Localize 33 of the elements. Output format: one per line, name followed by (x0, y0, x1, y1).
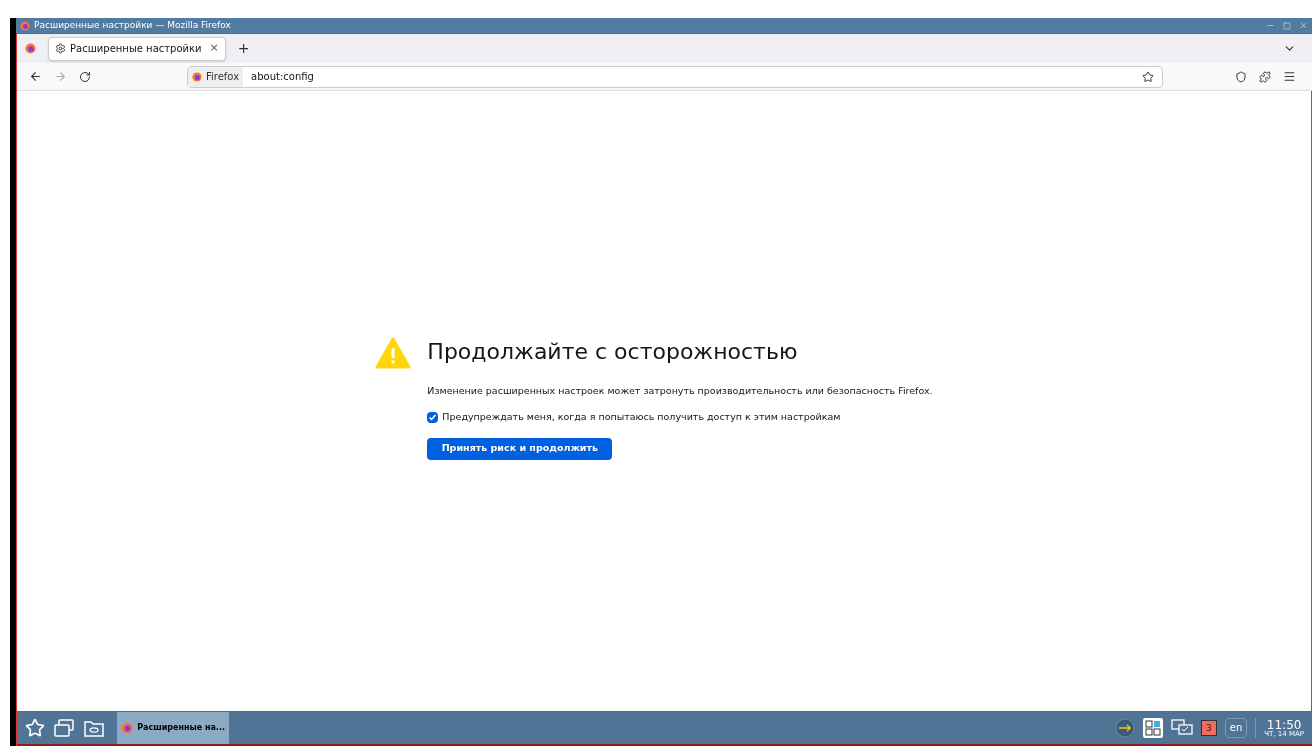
warning-text: Изменение расширенных настроек может затронуть производительность или безопасность Firefox. (427, 384, 933, 398)
windows-icon[interactable] (53, 718, 75, 738)
address-field[interactable]: Firefox about:config (187, 65, 1163, 88)
grid-icon[interactable] (1143, 718, 1164, 738)
folder-eye-icon[interactable] (83, 718, 105, 738)
url-text: about:config (251, 70, 315, 84)
bookmark-star-icon[interactable] (1142, 70, 1154, 83)
new-tab-button[interactable]: + (233, 38, 254, 59)
menu-icon[interactable] (1283, 70, 1296, 83)
taskbar-task[interactable]: Расширенные на... (117, 712, 229, 744)
tab-title: Расширенные настройки (70, 42, 202, 56)
extensions-icon[interactable] (1259, 70, 1271, 83)
window-title: Расширенные настройки — Mozilla Firefox (34, 18, 232, 32)
firefox-icon (192, 71, 202, 82)
checkbox-label: Предупреждать меня, когда я попытаюсь получить доступ к этим настройкам (442, 410, 841, 425)
gear-icon (55, 43, 66, 54)
firefox-view-icon (25, 43, 36, 54)
warning-heading: Продолжайте с осторожностью (427, 338, 799, 366)
browser-tab[interactable]: Расширенные настройки × (48, 36, 226, 61)
back-icon[interactable] (29, 70, 42, 83)
launcher-star-icon[interactable] (25, 718, 45, 738)
accept-risk-button[interactable]: Принять риск и продолжить (427, 437, 613, 460)
identity-label[interactable]: Firefox (188, 66, 244, 87)
app-icon (20, 20, 30, 31)
clock-time[interactable]: 11:50 (1266, 718, 1302, 731)
task-label: Расширенные на... (137, 722, 225, 734)
warning-icon (375, 337, 412, 369)
tab-close-button[interactable]: × (209, 40, 219, 57)
reload-icon[interactable] (79, 70, 91, 83)
notification-badge[interactable]: 3 (1201, 720, 1217, 736)
network-icon[interactable] (1171, 718, 1194, 738)
warn-checkbox[interactable] (427, 411, 439, 423)
language-indicator[interactable]: en (1224, 718, 1248, 738)
